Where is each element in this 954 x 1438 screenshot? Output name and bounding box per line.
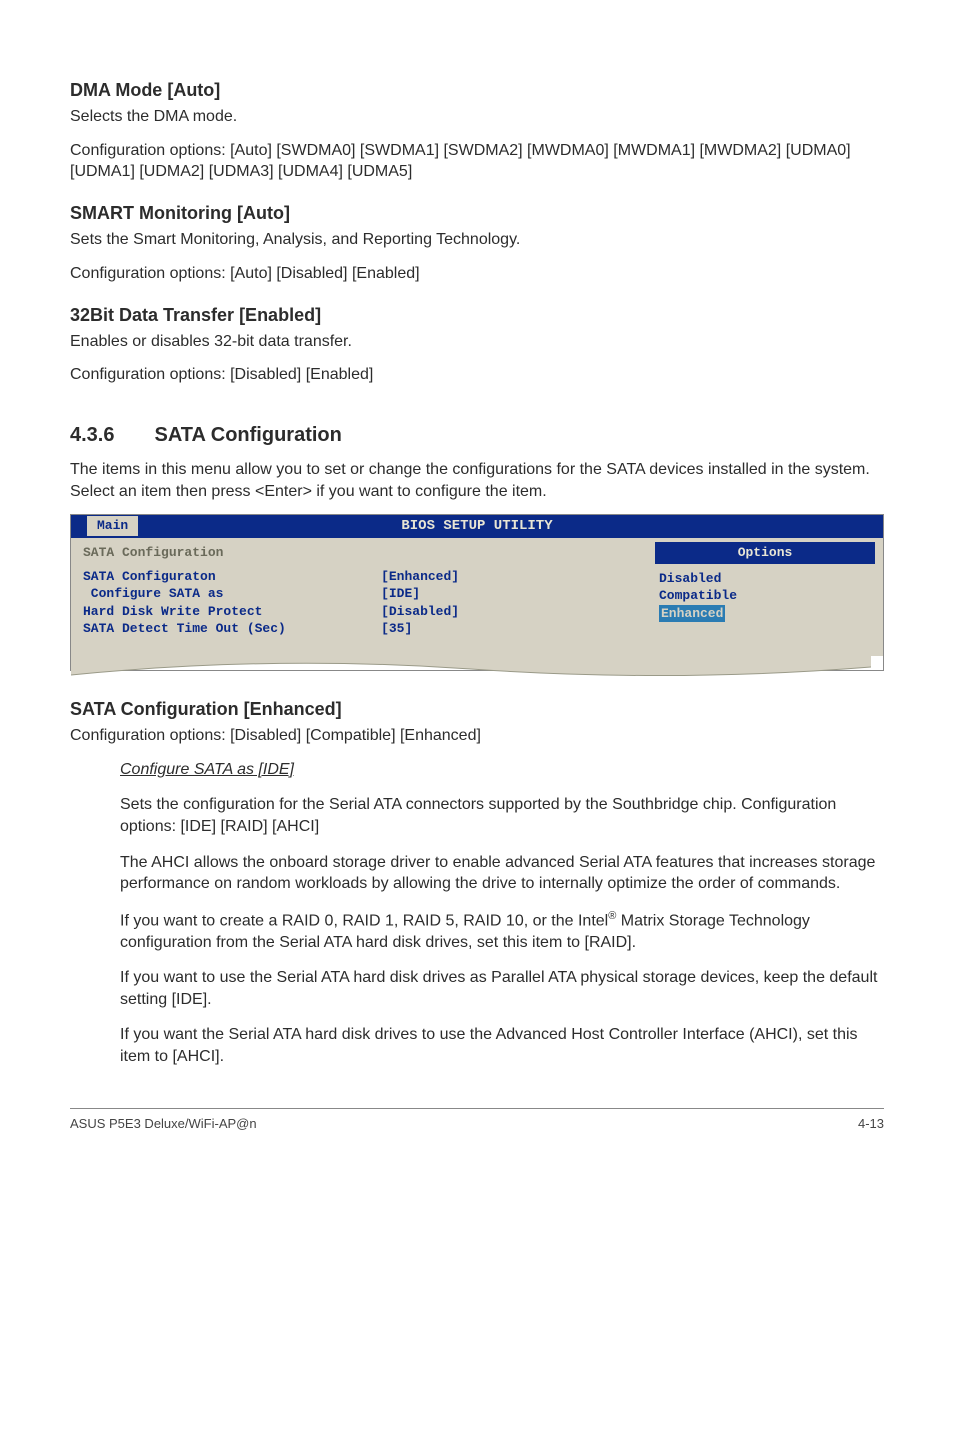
bios-left-pane: SATA Configuration SATA Configuraton[Enh… <box>71 538 647 656</box>
bios-row: SATA Configuraton[Enhanced] <box>83 568 635 586</box>
32bit-desc1: Enables or disables 32-bit data transfer… <box>70 331 884 353</box>
indented-block: Configure SATA as [IDE] Sets the configu… <box>70 759 884 1068</box>
bios-row: Hard Disk Write Protect[Disabled] <box>83 603 635 621</box>
bios-row-label: SATA Detect Time Out (Sec) <box>83 620 381 638</box>
sata-config-enh-heading: SATA Configuration [Enhanced] <box>70 697 884 721</box>
bios-row: SATA Detect Time Out (Sec)[35] <box>83 620 635 638</box>
32bit-heading: 32Bit Data Transfer [Enabled] <box>70 303 884 327</box>
bios-row-value: [35] <box>381 620 635 638</box>
page-footer: ASUS P5E3 Deluxe/WiFi-AP@n 4-13 <box>70 1108 884 1133</box>
footer-right: 4-13 <box>858 1115 884 1133</box>
bios-row-value: [IDE] <box>381 585 635 603</box>
bios-option: Compatible <box>655 587 875 605</box>
smart-desc2: Configuration options: [Auto] [Disabled]… <box>70 263 884 285</box>
dma-mode-heading: DMA Mode [Auto] <box>70 78 884 102</box>
smart-desc1: Sets the Smart Monitoring, Analysis, and… <box>70 229 884 251</box>
32bit-desc2: Configuration options: [Disabled] [Enabl… <box>70 364 884 386</box>
bios-screenshot: BIOS SETUP UTILITY Main SATA Configurati… <box>70 514 884 671</box>
configure-sata-ide-link-line: Configure SATA as [IDE] <box>120 759 884 781</box>
bios-row-label: Hard Disk Write Protect <box>83 603 381 621</box>
bios-tab-main: Main <box>87 516 138 536</box>
dma-mode-desc1: Selects the DMA mode. <box>70 106 884 128</box>
bios-title: BIOS SETUP UTILITY <box>401 518 552 534</box>
sata-config-enh-line: Configuration options: [Disabled] [Compa… <box>70 725 884 747</box>
cfg-ide-p3a: If you want to create a RAID 0, RAID 1, … <box>120 912 608 929</box>
bios-option-selected-text: Enhanced <box>659 605 725 623</box>
section-title: SATA Configuration <box>154 424 341 446</box>
bios-option: Disabled <box>655 570 875 588</box>
cfg-ide-p3: If you want to create a RAID 0, RAID 1, … <box>120 909 884 954</box>
bios-row-value: [Enhanced] <box>381 568 635 586</box>
bios-row: Configure SATA as[IDE] <box>83 585 635 603</box>
section-number: 4.3.6 <box>70 422 114 449</box>
bios-row-value: [Disabled] <box>381 603 635 621</box>
smart-heading: SMART Monitoring [Auto] <box>70 201 884 225</box>
configure-sata-ide-link: Configure SATA as [IDE] <box>120 761 294 778</box>
cfg-ide-p5: If you want the Serial ATA hard disk dri… <box>120 1024 884 1067</box>
bios-option-selected: Enhanced <box>655 605 875 623</box>
bios-row-label: Configure SATA as <box>83 585 381 603</box>
bios-left-header: SATA Configuration <box>83 544 635 562</box>
torn-edge-svg <box>71 655 871 685</box>
bios-right-pane: Options Disabled Compatible Enhanced <box>647 538 883 656</box>
bios-row-label: SATA Configuraton <box>83 568 381 586</box>
dma-mode-desc2: Configuration options: [Auto] [SWDMA0] [… <box>70 140 884 183</box>
section-heading: 4.3.6 SATA Configuration <box>70 422 884 449</box>
cfg-ide-p4: If you want to use the Serial ATA hard d… <box>120 967 884 1010</box>
bios-title-bar: BIOS SETUP UTILITY Main <box>71 515 883 538</box>
section-intro: The items in this menu allow you to set … <box>70 459 884 502</box>
cfg-ide-p1: Sets the configuration for the Serial AT… <box>120 794 884 837</box>
bios-torn-edge <box>71 656 883 670</box>
bios-options-header: Options <box>655 542 875 564</box>
cfg-ide-p2: The AHCI allows the onboard storage driv… <box>120 852 884 895</box>
footer-left: ASUS P5E3 Deluxe/WiFi-AP@n <box>70 1115 257 1133</box>
